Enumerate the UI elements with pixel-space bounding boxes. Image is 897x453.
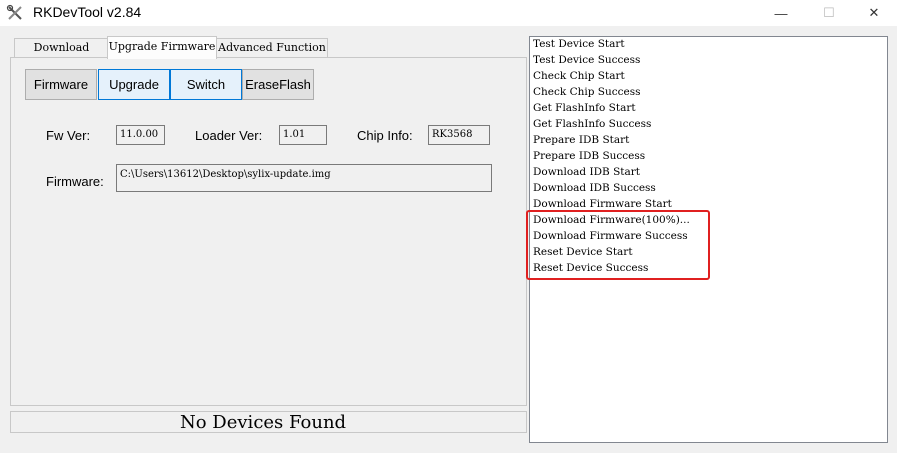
app-tools-icon — [6, 4, 22, 20]
log-line: Get FlashInfo Start — [533, 102, 636, 114]
firmware-label: Firmware: — [46, 174, 104, 189]
maximize-button[interactable]: ☐ — [806, 0, 852, 26]
minimize-icon: — — [774, 5, 788, 21]
fw-ver-field: 11.0.00 — [116, 125, 165, 145]
highlight-annotation-box — [526, 210, 710, 280]
tab-download-image[interactable]: Download Image — [14, 38, 109, 72]
log-line: Prepare IDB Success — [533, 150, 646, 162]
log-line: Download IDB Start — [533, 166, 641, 178]
firmware-button[interactable]: Firmware — [25, 69, 97, 100]
log-line: Download Firmware Start — [533, 198, 672, 210]
loader-ver-label: Loader Ver: — [195, 128, 263, 143]
window-title: RKDevTool v2.84 — [33, 4, 142, 20]
switch-button[interactable]: Switch — [170, 69, 242, 100]
tab-advanced-function[interactable]: Advanced Function — [216, 38, 328, 57]
chip-info-field: RK3568 — [428, 125, 490, 145]
close-icon: ✕ — [868, 5, 880, 20]
log-line: Check Chip Start — [533, 70, 625, 82]
loader-ver-field: 1.01 — [279, 125, 327, 145]
fw-ver-label: Fw Ver: — [46, 128, 91, 143]
chip-info-label: Chip Info: — [357, 128, 413, 143]
close-button[interactable]: ✕ — [851, 0, 897, 26]
firmware-path-field[interactable]: C:\Users\13612\Desktop\sylix-update.img — [116, 164, 492, 192]
eraseflash-button[interactable]: EraseFlash — [242, 69, 314, 100]
tab-upgrade-firmware[interactable]: Upgrade Firmware — [107, 36, 217, 59]
upgrade-button[interactable]: Upgrade — [98, 69, 170, 100]
log-line: Test Device Success — [533, 54, 641, 66]
log-line: Test Device Start — [533, 38, 625, 50]
minimize-button[interactable]: — — [758, 0, 804, 26]
title-bar: RKDevTool v2.84 — ☐ ✕ — [0, 0, 897, 26]
device-status-text: No Devices Found — [180, 412, 347, 433]
maximize-icon: ☐ — [823, 5, 835, 20]
log-line: Prepare IDB Start — [533, 134, 630, 146]
log-line: Get FlashInfo Success — [533, 118, 652, 130]
upgrade-firmware-panel — [10, 57, 527, 406]
log-line: Check Chip Success — [533, 86, 641, 98]
log-line: Download IDB Success — [533, 182, 656, 194]
